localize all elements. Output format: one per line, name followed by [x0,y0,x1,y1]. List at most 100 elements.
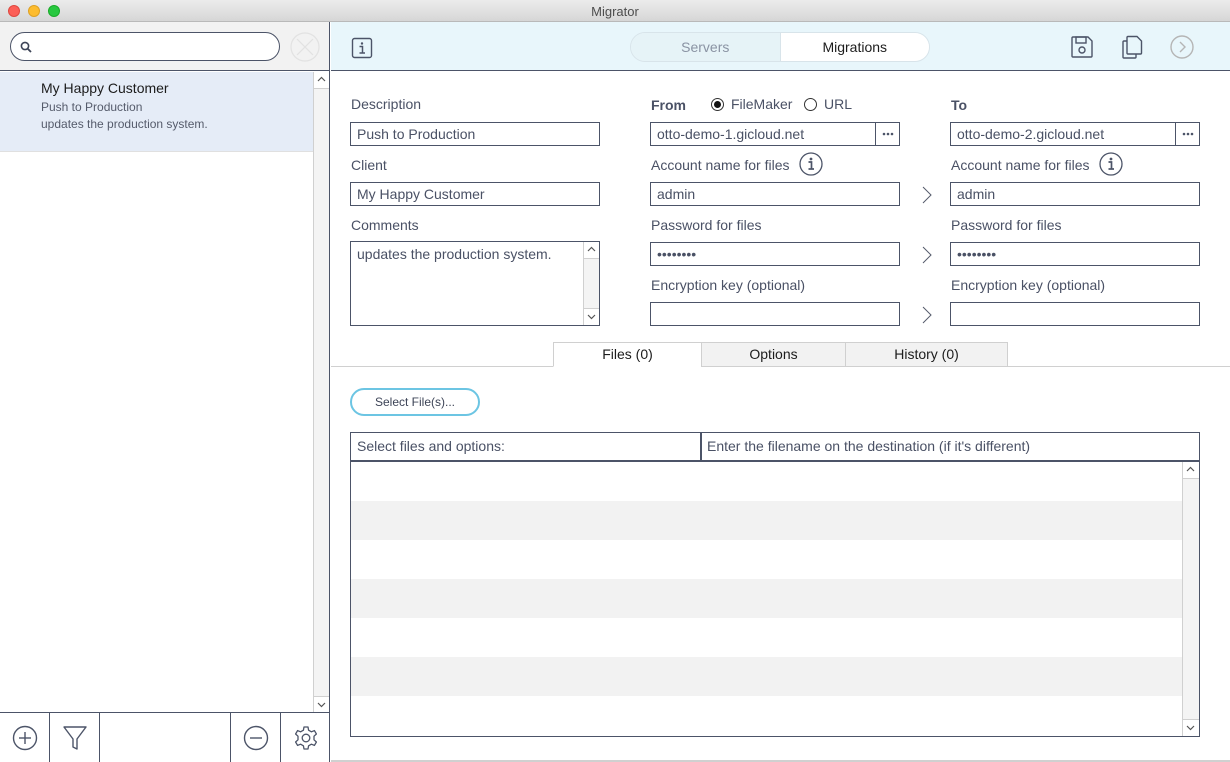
tab-options[interactable]: Options [701,342,846,367]
scroll-down-button[interactable] [584,308,599,325]
filemaker-radio-label[interactable]: FileMaker [731,96,792,112]
remove-button[interactable] [231,713,280,762]
scroll-down-button[interactable] [1183,719,1199,736]
search-input[interactable] [39,37,269,57]
table-row [351,501,1183,540]
view-segmented-control: Servers Migrations [630,32,930,62]
title-bar: Migrator [0,0,1230,22]
url-radio-label[interactable]: URL [824,96,852,112]
files-table-scrollbar[interactable] [1182,462,1199,736]
filter-icon [62,726,87,750]
clear-search-button[interactable] [290,32,320,62]
copy-password-arrow-icon[interactable] [921,245,933,265]
account-info-icon[interactable] [799,152,823,176]
window-title: Migrator [591,4,639,19]
table-row [351,462,1183,501]
tab-history[interactable]: History (0) [845,342,1008,367]
scroll-up-button[interactable] [584,242,599,259]
table-row [351,696,1183,735]
chevron-down-icon [317,702,326,708]
table-row [351,657,1183,696]
client-input[interactable]: My Happy Customer [350,182,600,206]
ellipsis-icon [1182,132,1193,136]
from-account-input[interactable]: admin [650,182,900,206]
to-server-value: otto-demo-2.gicloud.net [957,126,1105,142]
table-row [351,618,1183,657]
tab-migrations[interactable]: Migrations [780,33,929,61]
scroll-down-button[interactable] [314,696,329,713]
from-server-value: otto-demo-1.gicloud.net [657,126,805,142]
list-item-comments: updates the production system. [41,117,208,131]
client-label: Client [351,157,387,173]
to-password-input[interactable]: •••••••• [950,242,1200,266]
to-password-label: Password for files [951,217,1062,233]
filemaker-radio[interactable] [711,98,724,111]
info-icon [351,37,373,59]
filter-button[interactable] [50,713,99,762]
remove-icon [243,725,268,751]
list-item[interactable]: My Happy Customer Push to Production upd… [0,72,313,152]
select-files-button[interactable]: Select File(s)... [350,388,480,416]
sidebar-footer [0,712,329,762]
from-encryption-input[interactable] [650,302,900,326]
table-row [351,579,1183,618]
description-label: Description [351,96,422,112]
settings-button[interactable] [281,713,330,762]
to-server-browse-button[interactable] [1175,123,1199,145]
ellipsis-icon [882,132,893,136]
comments-textarea[interactable]: updates the production system. [350,241,600,326]
toolbar: Servers Migrations [331,22,1230,71]
url-radio[interactable] [804,98,817,111]
files-table [350,462,1200,737]
to-server-input[interactable]: otto-demo-2.gicloud.net [950,122,1200,146]
chevron-up-icon [587,246,596,252]
from-password-label: Password for files [651,217,762,233]
list-item-description: Push to Production [41,100,143,114]
tab-servers[interactable]: Servers [631,33,781,61]
sidebar-scrollbar[interactable] [313,72,329,713]
column-header-destination[interactable]: Enter the filename on the destination (i… [701,433,1199,461]
run-migration-button[interactable] [1170,35,1194,62]
add-button[interactable] [0,713,49,762]
info-button[interactable] [351,37,373,62]
from-encryption-label: Encryption key (optional) [651,277,806,293]
chevron-up-icon [1186,466,1195,472]
duplicate-button[interactable] [1120,35,1144,62]
tab-files[interactable]: Files (0) [553,342,702,367]
from-server-input[interactable]: otto-demo-1.gicloud.net [650,122,900,146]
to-encryption-input[interactable] [950,302,1200,326]
search-icon [20,41,32,53]
sidebar: My Happy Customer Push to Production upd… [0,22,330,762]
from-label: From [651,97,686,113]
save-button[interactable] [1070,35,1094,62]
copy-encryption-arrow-icon[interactable] [921,305,933,325]
column-header-source[interactable]: Select files and options: [351,433,700,461]
copy-account-arrow-icon[interactable] [921,185,933,205]
scroll-up-button[interactable] [1183,462,1199,479]
migration-detail: Description Push to Production Client My… [331,72,1230,762]
comments-text: updates the production system. [357,246,552,262]
gear-icon [294,726,317,750]
from-server-browse-button[interactable] [875,123,899,145]
chevron-up-icon [317,76,326,82]
comments-scrollbar[interactable] [583,242,599,325]
to-encryption-label: Encryption key (optional) [951,277,1106,293]
files-table-header: Select files and options: Enter the file… [350,432,1200,462]
chevron-right-circle-icon [1170,35,1194,59]
search-field[interactable] [10,32,280,61]
to-account-input[interactable]: admin [950,182,1200,206]
from-password-input[interactable]: •••••••• [650,242,900,266]
scroll-up-button[interactable] [314,72,329,89]
to-label: To [951,97,968,113]
close-circle-icon [290,32,320,62]
table-row [351,540,1183,579]
copy-icon [1122,35,1143,59]
account-info-icon[interactable] [1099,152,1123,176]
migration-list: My Happy Customer Push to Production upd… [0,72,313,712]
list-item-title: My Happy Customer [41,80,169,96]
chevron-down-icon [1186,725,1195,731]
description-input[interactable]: Push to Production [350,122,600,146]
comments-label: Comments [351,217,419,233]
from-account-label: Account name for files [651,157,790,173]
add-icon [12,725,37,751]
